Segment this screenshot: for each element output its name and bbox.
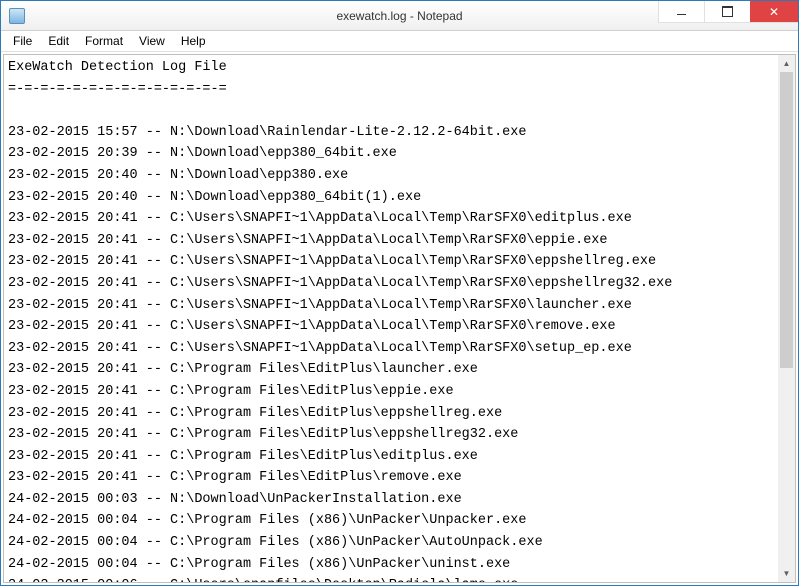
scroll-thumb[interactable] (780, 72, 793, 368)
editor-wrap: ExeWatch Detection Log File =-=-=-=-=-=-… (3, 54, 796, 583)
window-title: exewatch.log - Notepad (336, 9, 462, 23)
text-editor[interactable]: ExeWatch Detection Log File =-=-=-=-=-=-… (4, 55, 778, 582)
maximize-button[interactable] (704, 1, 750, 23)
window-controls (658, 1, 798, 23)
titlebar[interactable]: exewatch.log - Notepad (1, 1, 798, 31)
menu-file[interactable]: File (5, 32, 40, 50)
close-button[interactable] (750, 1, 798, 23)
minimize-button[interactable] (658, 1, 704, 23)
menu-help[interactable]: Help (173, 32, 214, 50)
menu-edit[interactable]: Edit (40, 32, 77, 50)
app-icon (9, 8, 25, 24)
vertical-scrollbar: ▲ ▼ (778, 55, 795, 582)
menubar: File Edit Format View Help (1, 31, 798, 52)
menu-format[interactable]: Format (77, 32, 131, 50)
notepad-window: exewatch.log - Notepad File Edit Format … (0, 0, 799, 586)
menu-view[interactable]: View (131, 32, 173, 50)
scroll-up-button[interactable]: ▲ (778, 55, 795, 72)
scroll-down-button[interactable]: ▼ (778, 565, 795, 582)
scroll-track[interactable] (778, 72, 795, 565)
